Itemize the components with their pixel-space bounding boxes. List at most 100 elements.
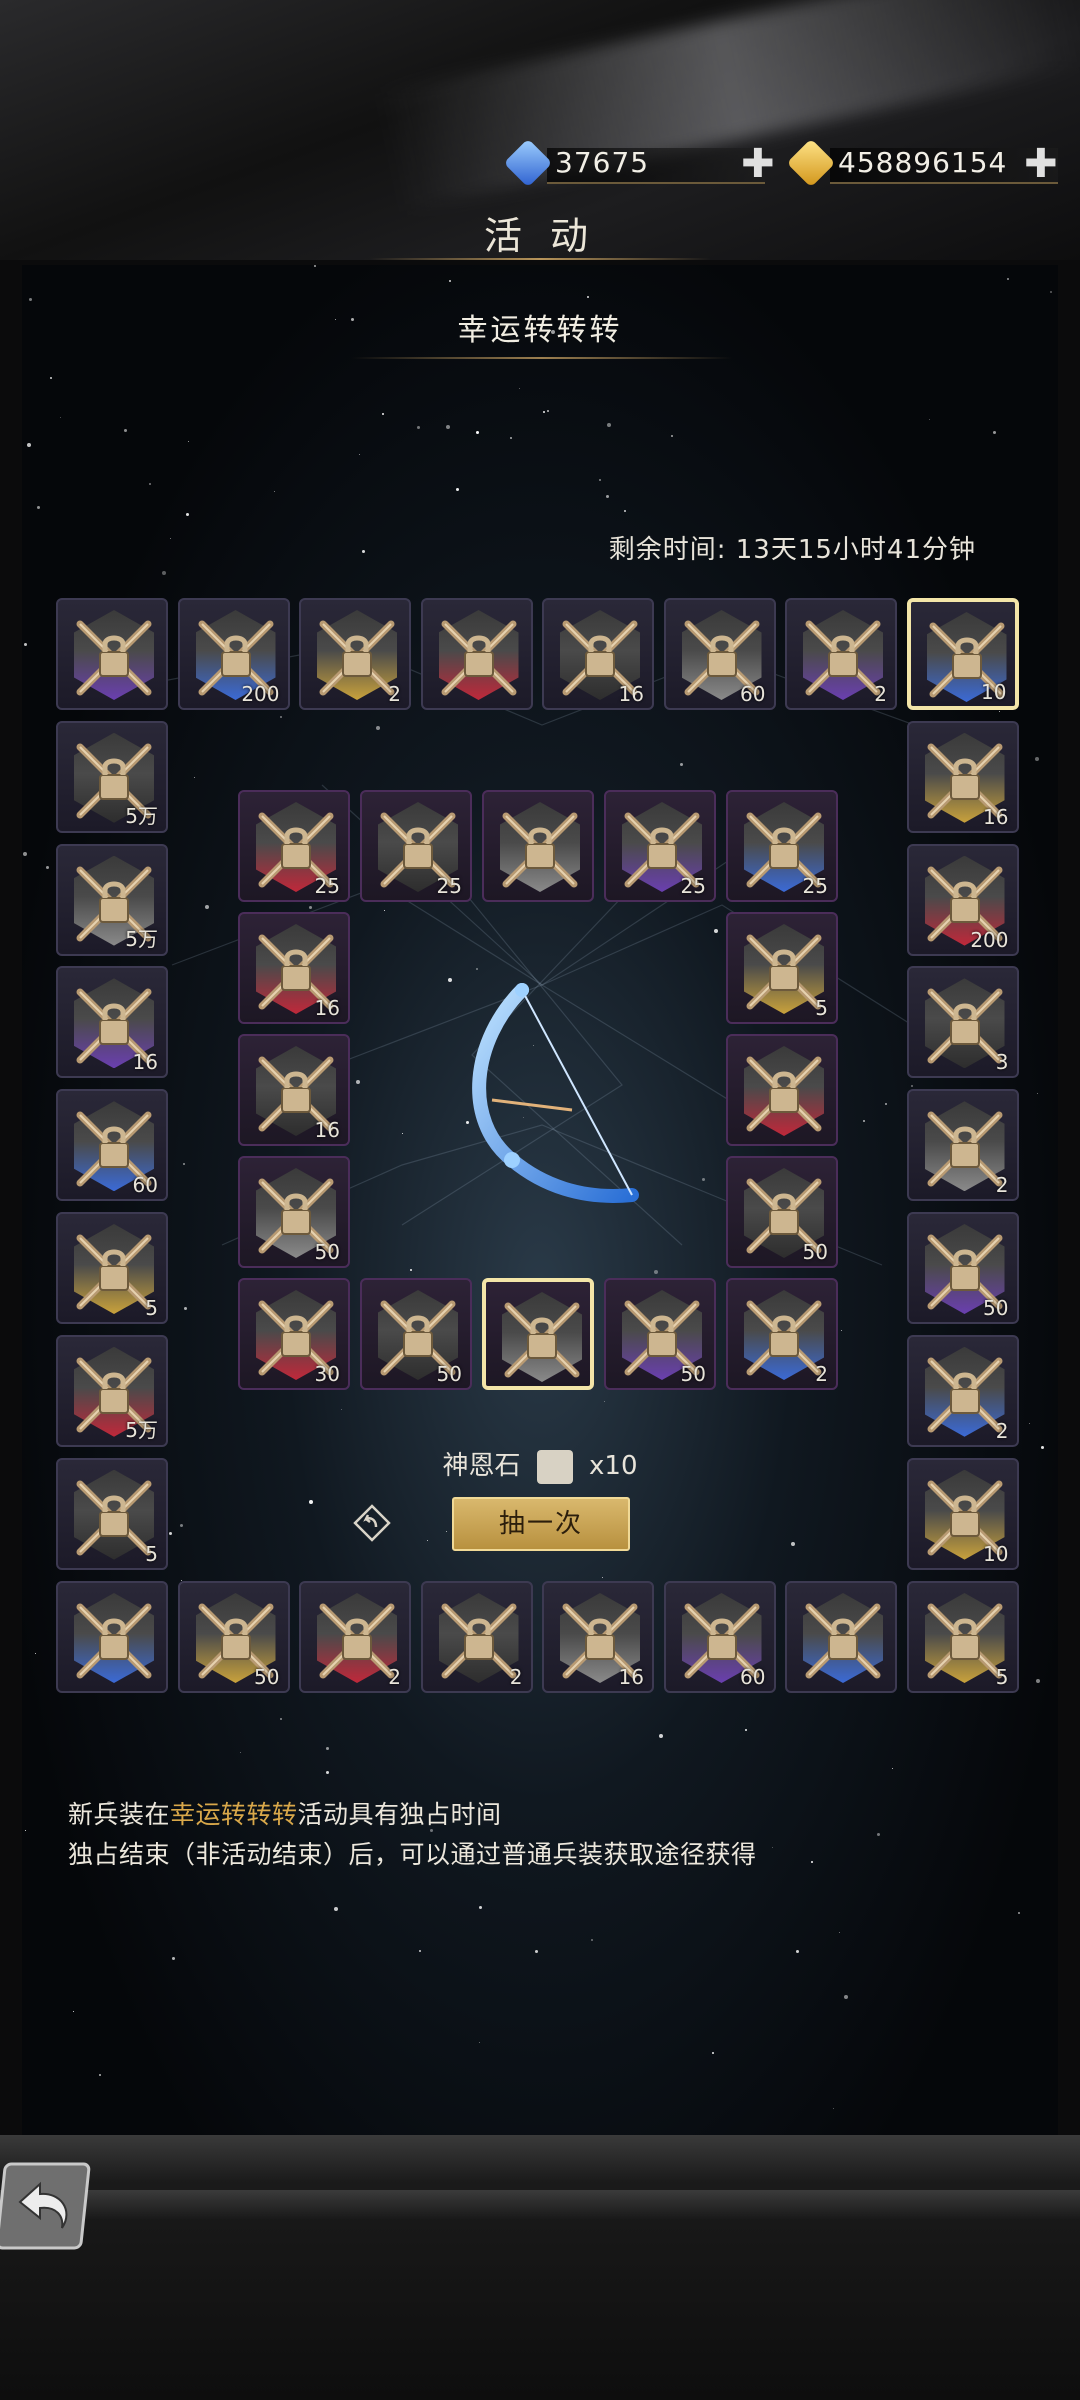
inner-prize-tile[interactable] [726, 1034, 838, 1146]
chain-lock-icon [76, 1603, 152, 1679]
outer-prize-tile[interactable]: 200 [177, 598, 290, 710]
back-button[interactable] [0, 2158, 96, 2254]
inner-prize-tile[interactable] [482, 1278, 594, 1390]
title-divider [370, 258, 710, 260]
tile-count: 25 [802, 874, 828, 898]
add-gold-button[interactable]: ✚ [1024, 144, 1058, 184]
outer-prize-tile[interactable]: 5 [906, 1581, 1019, 1693]
outer-prize-tile[interactable]: 10 [906, 598, 1019, 710]
outer-prize-tile[interactable]: 2 [299, 1581, 411, 1693]
outer-prize-tile[interactable]: 60 [663, 598, 776, 710]
divine-stone-icon [536, 1449, 573, 1484]
outer-prize-tile[interactable] [56, 598, 168, 710]
outer-prize-tile[interactable]: 2 [299, 598, 411, 710]
outer-prize-tile[interactable]: 16 [542, 1581, 654, 1693]
draw-once-button[interactable]: 抽一次 [452, 1497, 630, 1551]
tile-count: 10 [981, 680, 1007, 704]
tile-count: 2 [388, 1665, 401, 1689]
tile-count: 2 [874, 682, 887, 706]
outer-prize-tile[interactable]: 16 [542, 598, 654, 710]
page-title: 活 动 [483, 214, 597, 258]
event-panel: 幸运转转转 剩余时间: 13天15小时41分钟 200 2 16 60 2 10 16 200… [22, 265, 1058, 2135]
blue-diamond-icon [503, 138, 553, 188]
add-diamond-button[interactable]: ✚ [741, 144, 775, 184]
outer-prize-tile[interactable]: 16 [56, 966, 168, 1079]
event-title-divider [352, 357, 732, 359]
note-prefix: 新兵装在 [68, 1800, 171, 1829]
outer-prize-tile[interactable] [56, 1581, 168, 1693]
tile-count: 60 [740, 682, 766, 706]
chain-lock-icon [504, 1302, 580, 1378]
inner-prize-tile[interactable]: 25 [238, 790, 350, 902]
chain-lock-icon [746, 1056, 822, 1132]
draw-cost: 神恩石 x10 [22, 1445, 1058, 1484]
chain-lock-icon [76, 620, 152, 696]
outer-prize-tile[interactable]: 50 [906, 1212, 1019, 1324]
tile-count: 5万 [125, 1417, 158, 1442]
inner-prize-tile[interactable]: 25 [726, 790, 838, 902]
tile-count: 30 [314, 1362, 340, 1386]
tile-count: 25 [436, 874, 462, 898]
undo-icon[interactable] [352, 1503, 392, 1543]
bottom-bar [0, 2135, 1080, 2400]
tile-count: 2 [995, 1173, 1009, 1198]
event-note-line1: 新兵装在幸运转转转活动具有独占时间 [68, 1795, 502, 1831]
outer-prize-tile[interactable]: 50 [177, 1581, 290, 1693]
tile-count: 60 [132, 1173, 158, 1198]
chain-lock-icon [502, 812, 578, 888]
chain-lock-icon [441, 620, 516, 696]
outer-prize-tile[interactable]: 16 [906, 720, 1019, 833]
diamond-value: 37675 [555, 146, 650, 179]
event-note-line2: 独占结束（非活动结束）后，可以通过普通兵装获取途径获得 [68, 1840, 757, 1869]
tile-count: 3 [995, 1050, 1009, 1075]
remaining-time: 剩余时间: 13天15小时41分钟 [608, 535, 976, 565]
tile-count: 2 [509, 1665, 523, 1689]
inner-prize-tile[interactable]: 2 [726, 1278, 838, 1390]
gold-currency: 458896154 ✚ [786, 138, 1078, 190]
inner-prize-tile[interactable]: 50 [360, 1278, 472, 1390]
inner-prize-tile[interactable]: 25 [604, 790, 716, 902]
outer-prize-tile[interactable] [785, 1581, 897, 1693]
tile-count: 50 [436, 1362, 462, 1386]
inner-prize-tile[interactable]: 5 [726, 912, 838, 1024]
tile-count: 50 [254, 1665, 280, 1689]
note-suffix: 活动具有独占时间 [297, 1800, 502, 1829]
tile-count: 5 [145, 1296, 158, 1320]
outer-prize-tile[interactable]: 5万 [56, 1334, 168, 1447]
inner-prize-tile[interactable]: 50 [726, 1156, 838, 1268]
outer-prize-tile[interactable]: 60 [663, 1581, 776, 1693]
bottom-bar-edge [0, 2190, 1080, 2220]
tile-count: 5万 [125, 803, 158, 828]
outer-prize-tile[interactable]: 2 [420, 1581, 533, 1693]
outer-prize-tile[interactable] [420, 598, 533, 710]
tile-count: 60 [740, 1665, 766, 1689]
inner-prize-tile[interactable] [482, 790, 594, 902]
outer-prize-tile[interactable]: 5万 [56, 843, 168, 956]
diamond-currency: 37675 ✚ [503, 138, 775, 190]
outer-prize-tile[interactable]: 2 [906, 1334, 1019, 1447]
outer-prize-tile[interactable]: 3 [906, 966, 1019, 1079]
tile-count: 16 [618, 682, 644, 706]
chain-lock-icon [805, 1603, 881, 1679]
outer-prize-tile[interactable]: 200 [906, 843, 1019, 956]
tile-count: 50 [983, 1296, 1009, 1320]
tile-count: 50 [802, 1240, 828, 1264]
inner-prize-tile[interactable]: 16 [238, 1034, 350, 1146]
tile-count: 16 [983, 804, 1009, 829]
inner-prize-tile[interactable]: 25 [360, 790, 472, 902]
inner-prize-tile[interactable]: 50 [604, 1278, 716, 1390]
outer-prize-tile[interactable]: 5 [56, 1212, 168, 1324]
outer-prize-tile[interactable]: 60 [56, 1089, 168, 1202]
outer-prize-tile[interactable]: 2 [906, 1089, 1019, 1202]
cost-count: x10 [589, 1451, 638, 1481]
tile-count: 50 [314, 1240, 340, 1264]
cost-label: 神恩石 [442, 1451, 521, 1481]
inner-prize-tile[interactable]: 16 [238, 912, 350, 1024]
tile-count: 5万 [125, 926, 158, 951]
outer-prize-tile[interactable]: 5万 [56, 720, 168, 833]
tile-count: 200 [970, 927, 1009, 952]
outer-prize-tile[interactable]: 2 [785, 598, 897, 710]
event-title: 幸运转转转 [457, 313, 623, 348]
inner-prize-tile[interactable]: 30 [238, 1278, 350, 1390]
inner-prize-tile[interactable]: 50 [238, 1156, 350, 1268]
